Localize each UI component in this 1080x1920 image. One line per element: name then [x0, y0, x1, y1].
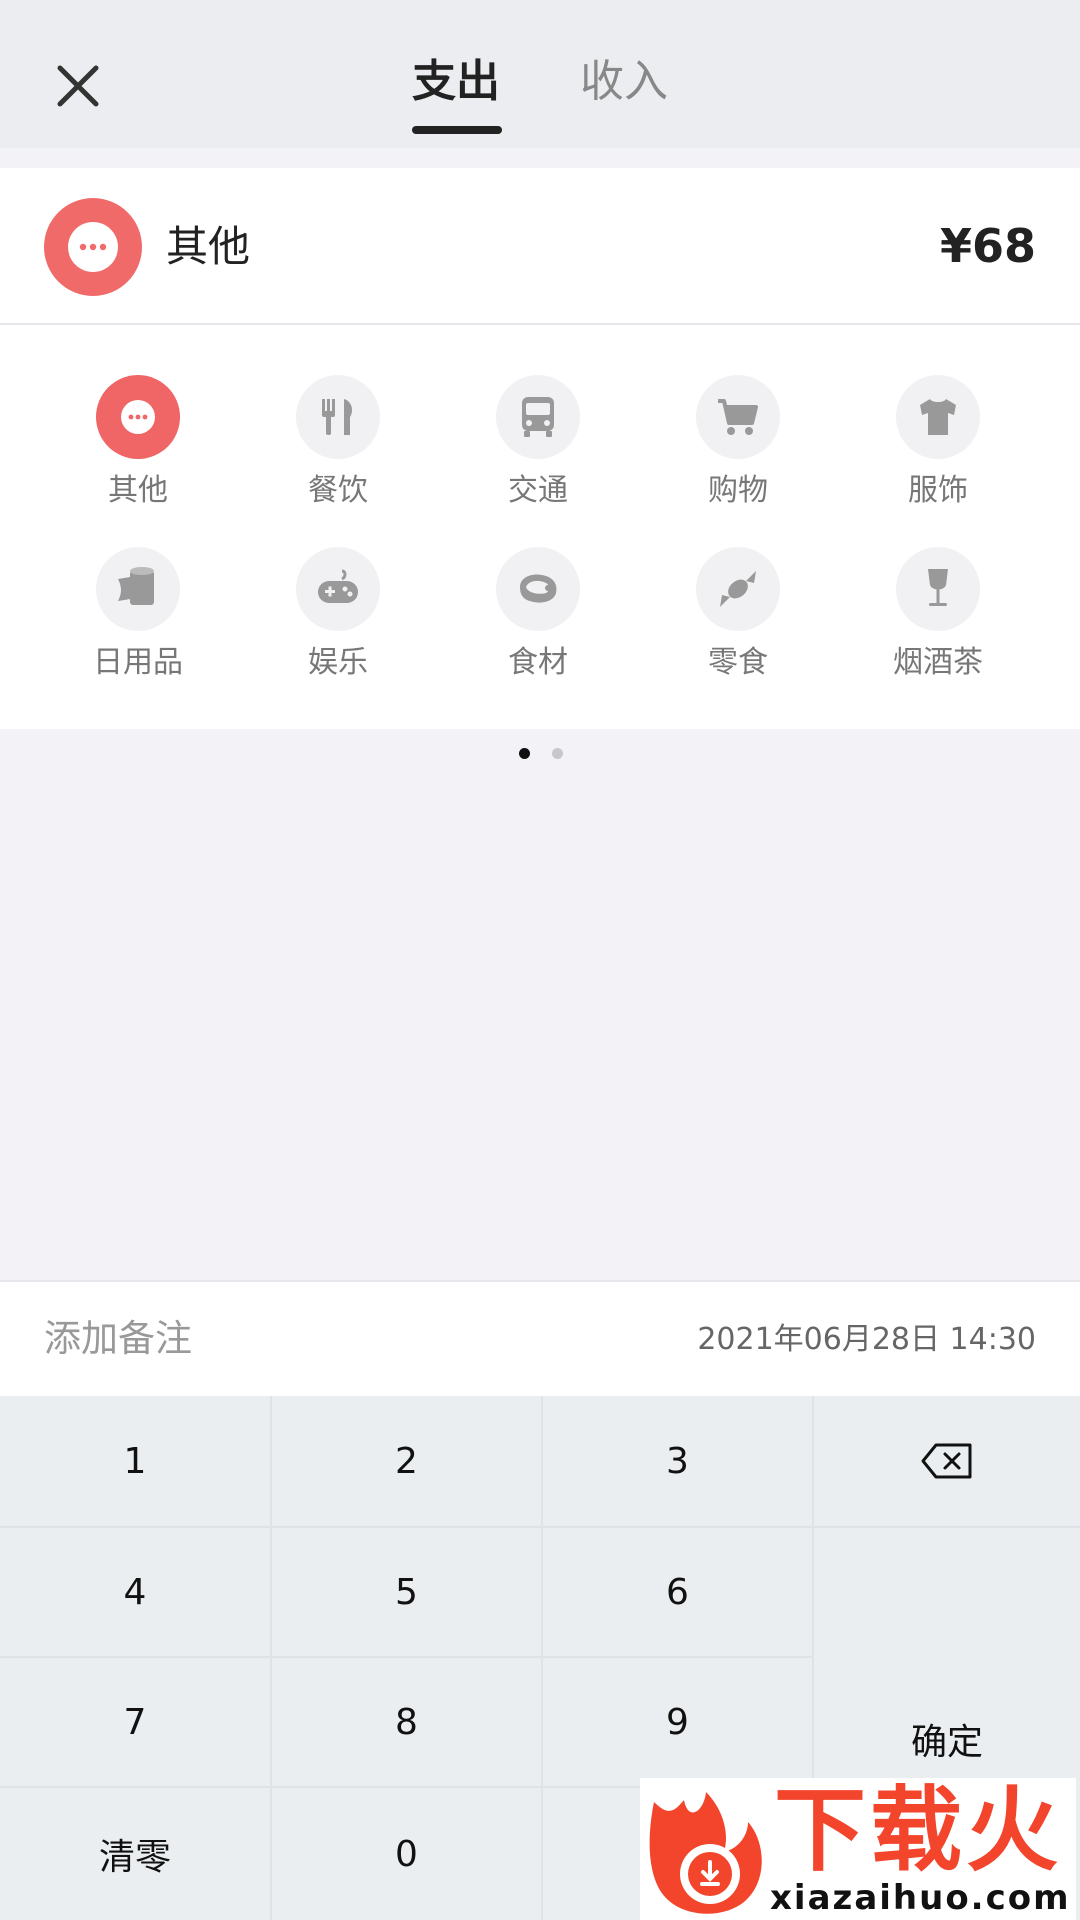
category-label: 餐饮 — [308, 473, 368, 508]
category-label: 食材 — [508, 645, 568, 680]
key-0[interactable]: 0 — [272, 1788, 541, 1920]
page-indicator — [0, 748, 1080, 762]
category-item-entertainment[interactable]: 娱乐 — [238, 547, 438, 687]
category-item-tobacco-alcohol-tea[interactable]: 烟酒茶 — [838, 547, 1038, 687]
key-4[interactable]: 4 — [0, 1528, 270, 1656]
category-label: 购物 — [708, 473, 768, 508]
category-item-snacks[interactable]: 零食 — [638, 547, 838, 687]
fork-knife-icon — [296, 375, 380, 459]
backspace-icon — [921, 1443, 972, 1479]
watermark-url: xiazaihuo.com — [770, 1878, 1071, 1918]
wine-glass-icon — [896, 547, 980, 631]
category-label: 服饰 — [908, 473, 968, 508]
page-dot[interactable] — [552, 748, 563, 759]
selected-category-label: 其他 — [166, 222, 251, 271]
key-1[interactable]: 1 — [0, 1396, 270, 1526]
category-item-groceries[interactable]: 食材 — [438, 547, 638, 687]
toilet-paper-icon — [96, 547, 180, 631]
flame-logo-icon — [649, 1792, 762, 1914]
shopping-cart-icon — [696, 375, 780, 459]
top-bar — [0, 0, 1080, 148]
gamepad-icon — [296, 547, 380, 631]
page-dot-active — [519, 748, 530, 759]
active-tab-indicator — [412, 126, 502, 134]
key-2[interactable]: 2 — [272, 1396, 541, 1526]
tshirt-icon — [896, 375, 980, 459]
category-item-shopping[interactable]: 购物 — [638, 375, 838, 515]
candy-icon — [696, 547, 780, 631]
category-item-other[interactable]: 其他 — [38, 375, 238, 515]
key-5[interactable]: 5 — [272, 1528, 541, 1656]
amount-display: ¥68 — [939, 219, 1036, 273]
watermark-logo: 下载火 xiazaihuo.com — [640, 1777, 1076, 1920]
backspace-button[interactable] — [814, 1396, 1080, 1526]
category-label: 交通 — [508, 473, 568, 508]
clear-button[interactable]: 清零 — [0, 1788, 270, 1920]
key-9[interactable]: 9 — [543, 1658, 812, 1786]
close-icon[interactable] — [48, 56, 108, 116]
category-item-transport[interactable]: 交通 — [438, 375, 638, 515]
datetime-picker[interactable]: 2021年06月28日 14:30 — [697, 1320, 1036, 1360]
category-item-dining[interactable]: 餐饮 — [238, 375, 438, 515]
category-label: 零食 — [708, 645, 768, 680]
key-8[interactable]: 8 — [272, 1658, 541, 1786]
meat-icon — [496, 547, 580, 631]
category-label: 烟酒茶 — [893, 645, 983, 680]
tab-income[interactable]: 收入 — [580, 52, 668, 112]
tab-expense[interactable]: 支出 — [412, 52, 500, 112]
category-grid: 其他 餐饮 交通 购物 服饰 日用品 娱乐 食材 零食 烟酒茶 — [0, 325, 1080, 729]
category-label: 日用品 — [93, 645, 183, 680]
key-7[interactable]: 7 — [0, 1658, 270, 1786]
category-label: 娱乐 — [308, 645, 368, 680]
more-dots-icon — [44, 198, 142, 296]
watermark-text: 下载火 — [774, 1777, 1063, 1884]
key-6[interactable]: 6 — [543, 1528, 812, 1656]
bus-icon — [496, 375, 580, 459]
add-note-input[interactable]: 添加备注 — [44, 1315, 192, 1363]
category-item-daily-goods[interactable]: 日用品 — [38, 547, 238, 687]
more-dots-icon — [96, 375, 180, 459]
selected-category-row — [0, 168, 1080, 325]
key-3[interactable]: 3 — [543, 1396, 812, 1526]
category-item-clothing[interactable]: 服饰 — [838, 375, 1038, 515]
category-label: 其他 — [108, 473, 168, 508]
